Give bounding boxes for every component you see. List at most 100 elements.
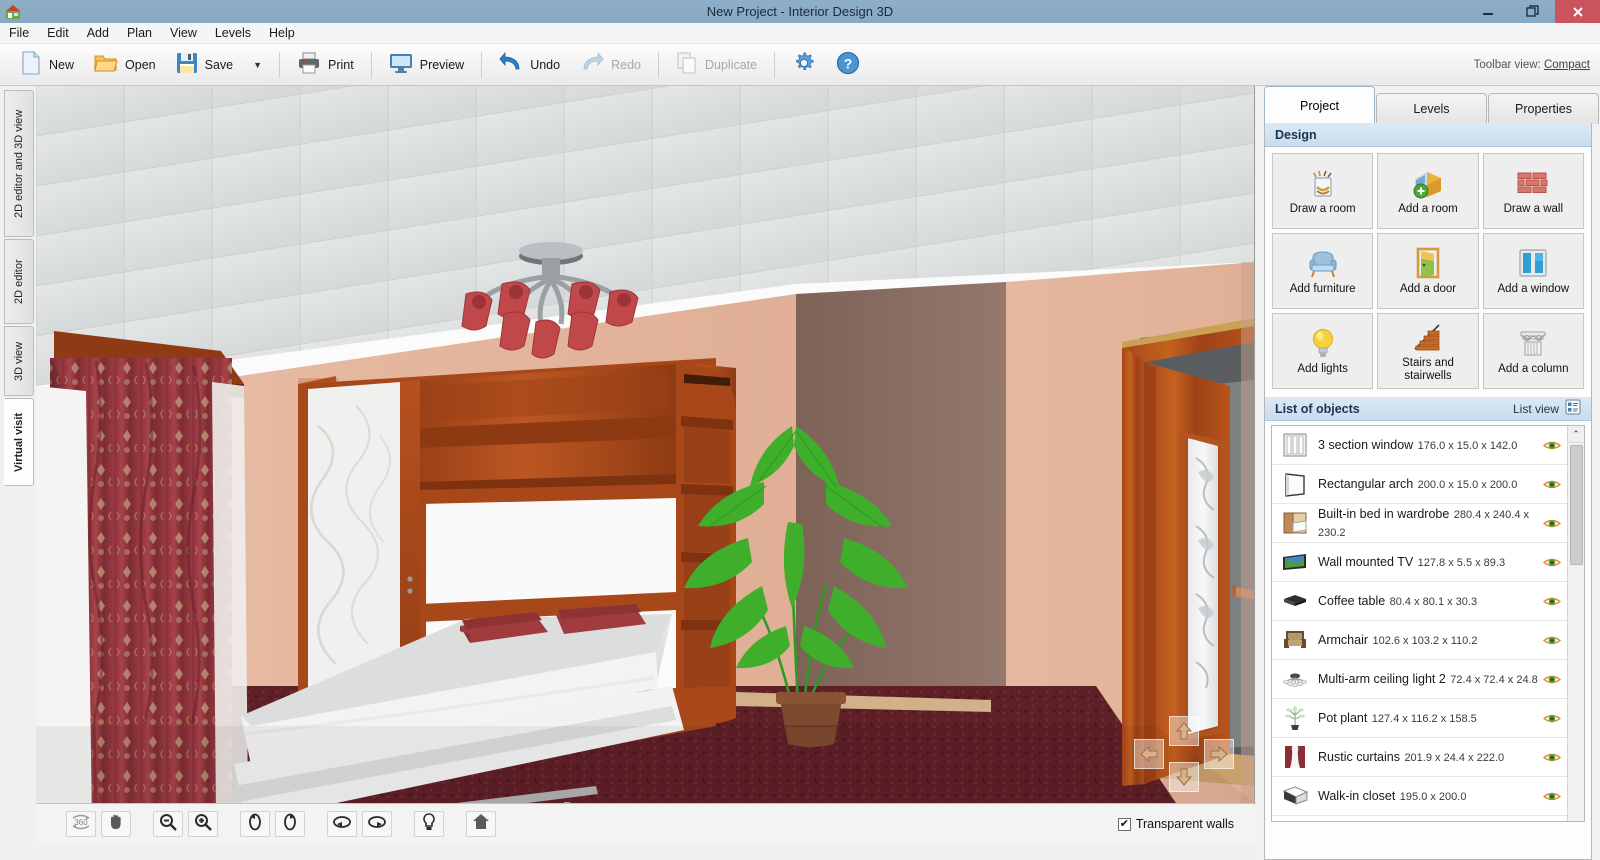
scroll-up-button[interactable]: ⌃: [1567, 426, 1584, 443]
transparent-walls-control[interactable]: ✔ Transparent walls: [1117, 817, 1234, 831]
draw-a-room-button[interactable]: Draw a room: [1272, 153, 1374, 229]
objects-scrollbar[interactable]: ⌃: [1567, 426, 1584, 821]
design-grid: Draw a room Add a room Draw a wall Add f…: [1265, 147, 1591, 397]
question-mark-icon: ?: [836, 51, 860, 78]
pan-button[interactable]: [101, 811, 131, 837]
undo-button[interactable]: Undo: [489, 48, 570, 82]
settings-button[interactable]: [782, 48, 826, 82]
eye-icon[interactable]: [1541, 751, 1563, 764]
add-furniture-button[interactable]: Add furniture: [1272, 233, 1374, 309]
svg-text:360: 360: [74, 818, 88, 827]
objects-list[interactable]: 3 section window 176.0 x 15.0 x 142.0 Re…: [1271, 425, 1585, 822]
draw-a-wall-button[interactable]: Draw a wall: [1482, 153, 1584, 229]
objects-section-header: List of objects List view: [1265, 397, 1591, 421]
table-row[interactable]: Built-in bed in wardrobe 280.4 x 240.4 x…: [1272, 504, 1567, 543]
menu-view[interactable]: View: [161, 24, 206, 42]
nav-down-button[interactable]: [1169, 762, 1199, 792]
panel-body: Design Draw a room Add a room Draw a wal…: [1264, 123, 1592, 860]
menu-edit[interactable]: Edit: [38, 24, 78, 42]
table-row[interactable]: Walk-in closet 195.0 x 200.0: [1272, 777, 1567, 816]
tab-label: Properties: [1515, 102, 1572, 116]
menu-add[interactable]: Add: [78, 24, 118, 42]
menu-file[interactable]: File: [0, 24, 38, 42]
add-a-column-label: Add a column: [1498, 363, 1569, 375]
new-button[interactable]: New: [10, 48, 84, 82]
orbit-left-button[interactable]: [327, 811, 357, 837]
duplicate-button-label: Duplicate: [704, 57, 758, 72]
preview-button[interactable]: Preview: [379, 48, 474, 82]
add-a-door-button[interactable]: Add a door: [1377, 233, 1479, 309]
eye-icon[interactable]: [1541, 556, 1563, 569]
tab-virtual-visit[interactable]: Virtual visit: [4, 398, 34, 486]
eye-icon[interactable]: [1541, 673, 1563, 686]
nav-right-button[interactable]: [1204, 739, 1234, 769]
eye-icon[interactable]: [1541, 478, 1563, 491]
add-a-room-button[interactable]: Add a room: [1377, 153, 1479, 229]
eye-icon[interactable]: [1541, 790, 1563, 803]
eye-icon[interactable]: [1541, 439, 1563, 452]
list-view-toggle[interactable]: List view: [1513, 399, 1581, 418]
menu-levels[interactable]: Levels: [206, 24, 260, 42]
tab-2d-editor[interactable]: 2D editor: [4, 239, 34, 324]
nav-up-button[interactable]: [1169, 716, 1199, 746]
lighting-button[interactable]: [414, 811, 444, 837]
armchair-thumb: [1278, 625, 1312, 655]
eye-icon[interactable]: [1541, 595, 1563, 608]
scrollbar-thumb[interactable]: [1569, 445, 1583, 565]
table-row[interactable]: Wall mounted TV 127.8 x 5.5 x 89.3: [1272, 543, 1567, 582]
reset-view-button[interactable]: [466, 811, 496, 837]
add-a-window-button[interactable]: Add a window: [1482, 233, 1584, 309]
tab-properties[interactable]: Properties: [1488, 93, 1599, 124]
rotate-left-button[interactable]: [240, 811, 270, 837]
orbit-right-button[interactable]: [362, 811, 392, 837]
eye-icon[interactable]: [1541, 517, 1563, 530]
tab-3d-view[interactable]: 3D view: [4, 326, 34, 396]
tab-levels[interactable]: Levels: [1376, 93, 1487, 124]
toolbar-view-link[interactable]: Compact: [1544, 59, 1590, 71]
navigation-pad[interactable]: [1134, 716, 1234, 796]
tab-project[interactable]: Project: [1264, 86, 1375, 124]
help-button[interactable]: ?: [826, 48, 870, 82]
save-dropdown-caret[interactable]: ▼: [243, 60, 272, 70]
close-button[interactable]: [1555, 0, 1600, 23]
open-button[interactable]: Open: [84, 48, 166, 82]
object-text: Wall mounted TV 127.8 x 5.5 x 89.3: [1318, 553, 1541, 571]
table-row[interactable]: 3 section window 176.0 x 15.0 x 142.0: [1272, 426, 1567, 465]
minimize-button[interactable]: [1465, 0, 1510, 23]
table-row[interactable]: Pot plant 127.4 x 116.2 x 158.5: [1272, 699, 1567, 738]
table-row[interactable]: Armchair 102.6 x 103.2 x 110.2: [1272, 621, 1567, 660]
tab-2d-editor-and-3d-view[interactable]: 2D editor and 3D view: [4, 90, 34, 237]
object-name: Walk-in closet: [1318, 789, 1396, 803]
menu-plan[interactable]: Plan: [118, 24, 161, 42]
table-row[interactable]: Coffee table 80.4 x 80.1 x 30.3: [1272, 582, 1567, 621]
object-name: Built-in bed in wardrobe: [1318, 507, 1450, 521]
table-row[interactable]: Multi-arm ceiling light 2 72.4 x 72.4 x …: [1272, 660, 1567, 699]
nav-left-button[interactable]: [1134, 739, 1164, 769]
eye-icon[interactable]: [1541, 712, 1563, 725]
add-a-column-button[interactable]: Add a column: [1482, 313, 1584, 389]
360-view-button[interactable]: 360: [66, 811, 96, 837]
eye-icon[interactable]: [1541, 634, 1563, 647]
save-button[interactable]: Save: [166, 48, 244, 82]
menu-help[interactable]: Help: [260, 24, 304, 42]
stairs-and-stairwells-button[interactable]: Stairs and stairwells: [1377, 313, 1479, 389]
rotate-right-button[interactable]: [275, 811, 305, 837]
light-bulb-icon: [421, 812, 437, 836]
object-text: Coffee table 80.4 x 80.1 x 30.3: [1318, 592, 1541, 610]
redo-arrow-icon: [580, 51, 604, 77]
duplicate-button[interactable]: Duplicate: [666, 48, 767, 82]
add-lights-button[interactable]: Add lights: [1272, 313, 1374, 389]
3d-viewport[interactable]: [36, 86, 1255, 803]
print-button[interactable]: Print: [287, 48, 364, 82]
object-dimensions: 201.9 x 24.4 x 222.0: [1404, 752, 1505, 764]
redo-button[interactable]: Redo: [570, 48, 651, 82]
zoom-out-button[interactable]: [153, 811, 183, 837]
transparent-walls-checkbox[interactable]: ✔: [1117, 817, 1131, 831]
object-dimensions: 127.8 x 5.5 x 89.3: [1417, 557, 1506, 569]
table-row[interactable]: Rustic curtains 201.9 x 24.4 x 222.0: [1272, 738, 1567, 777]
list-view-icon[interactable]: [1565, 399, 1581, 418]
maximize-button[interactable]: [1510, 0, 1555, 23]
application-window: New Project - Interior Design 3D File Ed…: [0, 0, 1600, 860]
zoom-in-button[interactable]: [188, 811, 218, 837]
table-row[interactable]: Rectangular arch 200.0 x 15.0 x 200.0: [1272, 465, 1567, 504]
